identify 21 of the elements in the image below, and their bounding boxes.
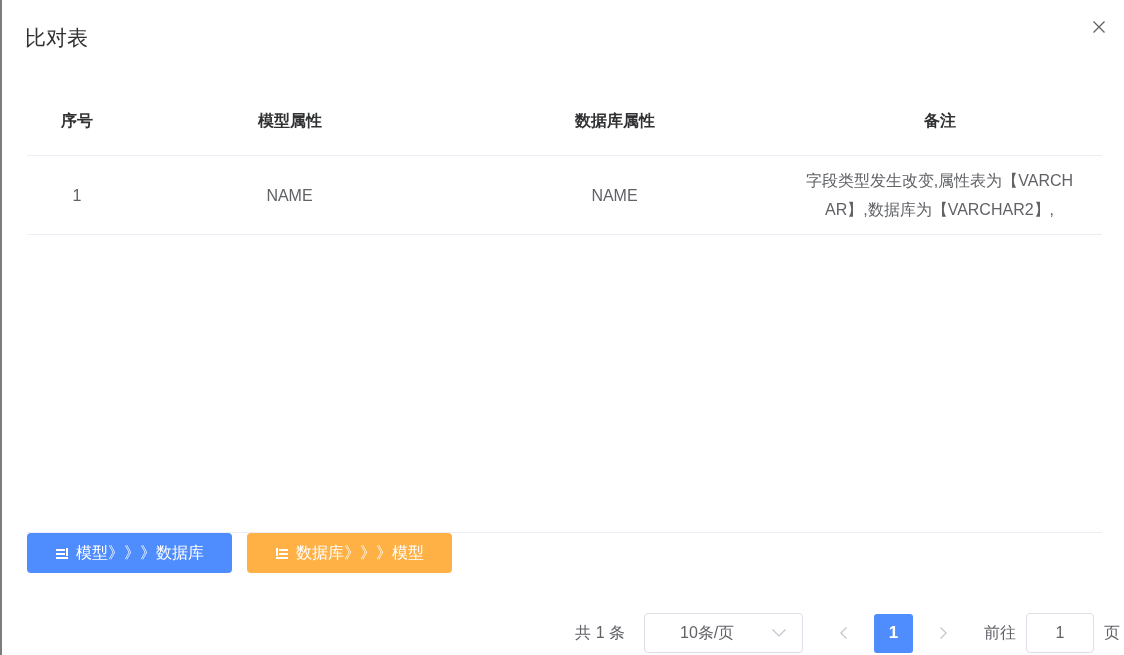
column-header: 备注: [922, 110, 957, 131]
goto-label: 前往: [984, 622, 1016, 643]
chevron-down-icon: [772, 629, 786, 637]
dialog-title: 比对表: [25, 25, 88, 51]
page-input[interactable]: 1: [1026, 613, 1094, 653]
page-suffix: 页: [1104, 622, 1120, 643]
column-header: 模型属性: [256, 110, 323, 131]
page-size-select[interactable]: 10条/页: [644, 613, 803, 653]
action-button[interactable]: 数据库》》》模型: [247, 533, 452, 573]
page-button[interactable]: 1: [874, 613, 913, 653]
list-icon: [55, 547, 68, 559]
total-count: 共 1 条: [575, 622, 625, 643]
table-cell-text: 字段类型发生改变,属性表为【VARCHAR】,数据库为【VARCHAR2】,: [804, 171, 1075, 220]
table-cell-text: 1: [72, 185, 82, 206]
close-icon[interactable]: [1093, 21, 1105, 33]
action-button[interactable]: 模型》》》数据库: [27, 533, 232, 573]
list-icon: [275, 547, 288, 559]
table-cell-text: NAME: [591, 185, 638, 206]
column-header: 序号: [60, 110, 94, 131]
column-header: 数据库属性: [573, 110, 656, 131]
table-cell-text: NAME: [266, 185, 313, 206]
